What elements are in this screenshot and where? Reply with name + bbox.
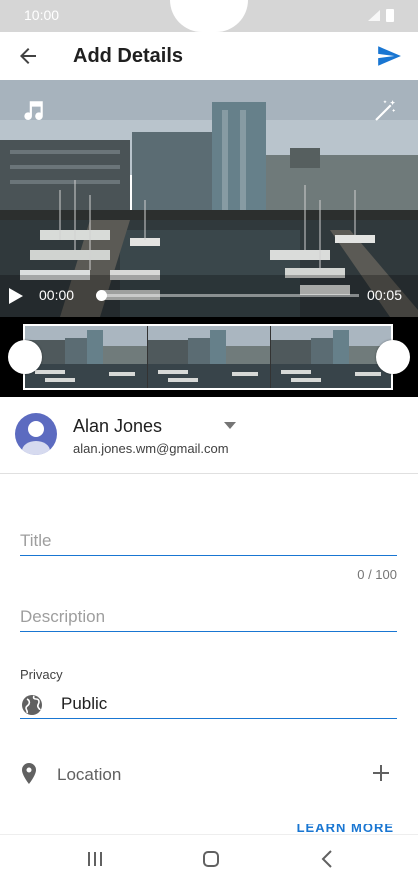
avatar (15, 413, 57, 455)
thumbnail-strip[interactable] (23, 324, 393, 390)
learn-more-link[interactable]: LEARN MORE (297, 824, 394, 833)
status-bar: 10:00 (0, 0, 418, 32)
description-input[interactable]: Description (20, 607, 105, 627)
add-icon[interactable] (372, 764, 390, 782)
status-time: 10:00 (24, 7, 60, 23)
trim-start-handle[interactable] (8, 340, 42, 374)
current-time: 00:00 (39, 287, 75, 303)
play-icon[interactable] (6, 287, 24, 305)
video-thumbnail (25, 326, 147, 388)
description-field[interactable]: Description (20, 607, 397, 633)
back-nav-icon[interactable] (316, 847, 340, 871)
camera-notch (170, 0, 248, 32)
home-icon[interactable] (199, 847, 223, 871)
account-name: Alan Jones (73, 416, 163, 436)
dropdown-arrow-icon[interactable] (224, 422, 236, 429)
title-char-counter: 0 / 100 (357, 567, 397, 582)
seek-handle[interactable] (96, 290, 107, 301)
arrow-back-icon[interactable] (16, 44, 40, 68)
location-pin-icon (22, 763, 36, 784)
privacy-label: Privacy (20, 667, 63, 682)
location-row[interactable]: Location (0, 754, 418, 794)
trim-end-handle[interactable] (376, 340, 410, 374)
video-thumbnail (271, 326, 391, 388)
battery-icon (386, 9, 394, 22)
page-title: Add Details (73, 45, 184, 67)
video-thumbnail (148, 326, 270, 388)
app-bar: Add Details (0, 32, 418, 80)
title-input[interactable]: Title (20, 531, 52, 551)
signal-icon (368, 10, 380, 21)
video-preview[interactable]: 00:00 00:05 (0, 80, 418, 317)
trim-timeline (0, 317, 418, 397)
recent-apps-icon[interactable] (83, 847, 107, 871)
system-nav-bar (0, 834, 418, 883)
location-label: Location (57, 765, 122, 784)
music-note-icon[interactable] (20, 98, 46, 124)
account-email: alan.jones.wm@gmail.com (73, 441, 229, 456)
magic-wand-icon[interactable] (372, 98, 398, 124)
video-frame (0, 80, 418, 317)
account-selector[interactable]: Alan Jones alan.jones.wm@gmail.com (0, 397, 418, 474)
person-icon (22, 421, 50, 455)
privacy-underline (20, 718, 397, 719)
video-duration: 00:05 (366, 287, 402, 303)
title-underline (20, 555, 397, 556)
description-underline (20, 631, 397, 632)
privacy-select[interactable]: Public (61, 694, 107, 714)
seek-track[interactable] (101, 294, 359, 297)
title-field[interactable]: Title (20, 531, 397, 557)
globe-icon (22, 695, 42, 715)
send-icon[interactable] (376, 43, 402, 69)
